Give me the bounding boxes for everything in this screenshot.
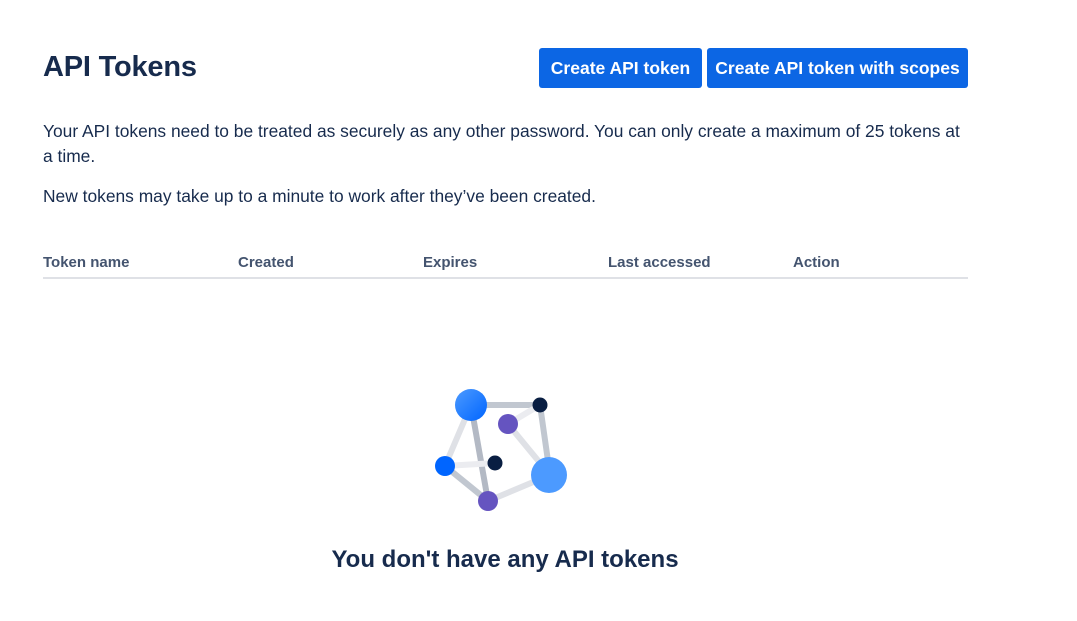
tokens-table-header: Token name Created Expires Last accessed… bbox=[43, 253, 968, 279]
column-header-token-name[interactable]: Token name bbox=[43, 253, 129, 273]
column-header-action: Action bbox=[793, 254, 840, 271]
create-api-token-with-scopes-button[interactable]: Create API token with scopes bbox=[707, 48, 968, 88]
activation-delay-note: New tokens may take up to a minute to wo… bbox=[43, 186, 596, 206]
security-description: Your API tokens need to be treated as se… bbox=[43, 121, 960, 166]
column-header-last-accessed[interactable]: Last accessed bbox=[608, 253, 711, 273]
api-tokens-page: API Tokens Create API token Create API t… bbox=[0, 0, 1077, 621]
create-api-token-button[interactable]: Create API token bbox=[539, 48, 702, 88]
column-header-expires[interactable]: Expires bbox=[423, 253, 477, 273]
column-header-created[interactable]: Created bbox=[238, 253, 294, 273]
network-nodes-illustration bbox=[435, 389, 567, 511]
empty-state-message: You don't have any API tokens bbox=[331, 546, 679, 573]
page-title: API Tokens bbox=[43, 51, 197, 83]
page-header: API Tokens Create API token Create API t… bbox=[43, 48, 968, 88]
